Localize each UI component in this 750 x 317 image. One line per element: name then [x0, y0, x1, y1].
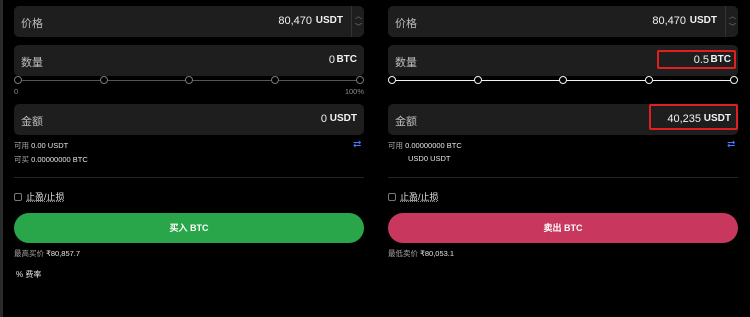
chevron-up-icon[interactable]: ︿ [355, 13, 362, 20]
sell-price-field[interactable]: 价格 80,470 USDT ︿ ﹀ [388, 6, 738, 37]
chevron-up-icon[interactable]: ︿ [729, 13, 736, 20]
slider-step-100[interactable] [356, 76, 364, 84]
sell-best-value: ₹80,053.1 [420, 249, 455, 258]
amount-highlight-box [649, 104, 738, 130]
buy-price-label: 价格 [21, 18, 43, 30]
slider-handle[interactable] [14, 76, 22, 84]
sell-btc-button[interactable]: 卖出 BTC [388, 213, 738, 243]
checkbox-icon[interactable] [14, 193, 22, 201]
sell-percent-slider[interactable] [388, 76, 738, 98]
buy-best-value: ₹80,857.7 [46, 249, 81, 258]
buy-percent-slider[interactable]: 0 100% [14, 76, 364, 98]
sell-tpsl-checkbox[interactable]: 止盈/止损 [388, 190, 439, 203]
slider-handle[interactable] [388, 76, 396, 84]
buy-available-label: 可用 [14, 141, 29, 150]
buy-price-unit: USDT [315, 15, 343, 26]
buy-btc-button[interactable]: 买入 BTC [14, 213, 364, 243]
buy-available-value: 0.00 USDT [31, 141, 69, 150]
sell-price-unit: USDT [689, 15, 717, 26]
buy-amount-field[interactable]: 金额 0 USDT [14, 104, 364, 135]
swap-arrows-icon[interactable]: ⇄ [727, 139, 735, 150]
fee-rate-link[interactable]: % 费率 [16, 269, 41, 280]
buy-price-stepper[interactable]: ︿ ﹀ [351, 6, 364, 37]
swap-arrows-icon[interactable]: ⇄ [353, 139, 361, 150]
buy-divider [14, 177, 364, 178]
buy-quantity-value[interactable]: 0 [329, 54, 335, 66]
sell-sub-row: USD0 USDT [408, 154, 451, 163]
checkbox-icon[interactable] [388, 193, 396, 201]
buy-tpsl-checkbox[interactable]: 止盈/止损 [14, 190, 65, 203]
sell-price-value[interactable]: 80,470 [652, 15, 686, 27]
sell-divider [388, 177, 738, 178]
sell-price-stepper[interactable]: ︿ ﹀ [725, 6, 738, 37]
sell-best-price-row: 最低卖价 ₹80,053.1 [388, 248, 454, 259]
buy-can-buy-label: 可买 [14, 155, 29, 164]
chevron-down-icon[interactable]: ﹀ [355, 24, 362, 31]
chevron-down-icon[interactable]: ﹀ [729, 24, 736, 31]
buy-best-price-row: 最高买价 ₹80,857.7 [14, 248, 80, 259]
buy-price-value[interactable]: 80,470 [278, 15, 312, 27]
slider-step-75[interactable] [645, 76, 653, 84]
buy-amount-label: 金额 [21, 116, 43, 128]
buy-tpsl-label: 止盈/止损 [26, 192, 65, 202]
slider-step-25[interactable] [100, 76, 108, 84]
slider-min-label: 0 [14, 87, 19, 96]
window-edge [0, 0, 3, 317]
buy-can-buy-row: 可买 0.00000000 BTC [14, 154, 88, 165]
buy-can-buy-value: 0.00000000 BTC [31, 155, 88, 164]
slider-max-label: 100% [344, 87, 364, 96]
buy-quantity-unit: BTC [336, 54, 357, 65]
slider-step-25[interactable] [474, 76, 482, 84]
buy-quantity-field[interactable]: 数量 0 BTC [14, 45, 364, 76]
slider-step-75[interactable] [271, 76, 279, 84]
buy-available-row: 可用 0.00 USDT [14, 140, 68, 151]
quantity-highlight-box [657, 50, 736, 69]
sell-sub-value: USD0 USDT [408, 154, 451, 163]
buy-price-field[interactable]: 价格 80,470 USDT ︿ ﹀ [14, 6, 364, 37]
slider-step-50[interactable] [185, 76, 193, 84]
sell-panel: 价格 80,470 USDT ︿ ﹀ 数量 0.5 BTC 金额 40,235 … [388, 0, 738, 317]
slider-step-50[interactable] [559, 76, 567, 84]
sell-quantity-label: 数量 [395, 57, 417, 69]
slider-step-100[interactable] [730, 76, 738, 84]
buy-amount-value[interactable]: 0 [321, 113, 327, 125]
sell-price-label: 价格 [395, 18, 417, 30]
buy-quantity-label: 数量 [21, 57, 43, 69]
sell-available-row: 可用 0.00000000 BTC [388, 140, 462, 151]
buy-panel: 价格 80,470 USDT ︿ ﹀ 数量 0 BTC 0 100% 金额 0 … [14, 0, 364, 317]
sell-available-value: 0.00000000 BTC [405, 141, 462, 150]
sell-available-label: 可用 [388, 141, 403, 150]
sell-amount-label: 金额 [395, 116, 417, 128]
sell-tpsl-label: 止盈/止损 [400, 192, 439, 202]
buy-best-label: 最高买价 [14, 249, 44, 258]
buy-amount-unit: USDT [329, 113, 357, 124]
sell-best-label: 最低卖价 [388, 249, 418, 258]
